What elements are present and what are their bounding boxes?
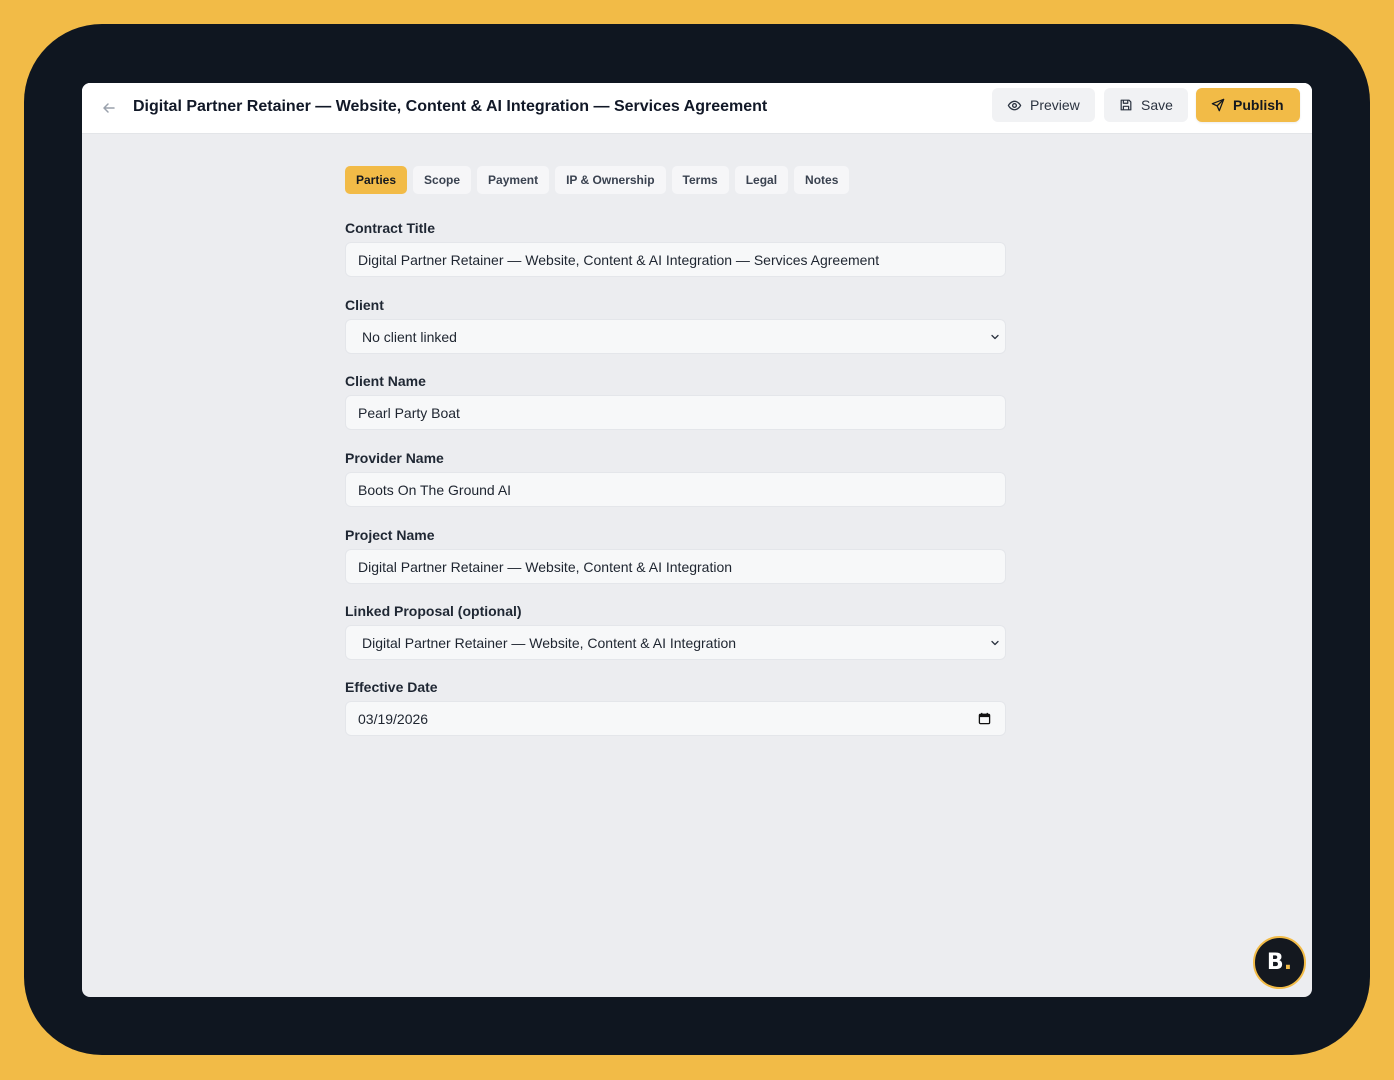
tab-scope[interactable]: Scope: [413, 166, 472, 194]
tab-parties[interactable]: Parties: [345, 166, 408, 194]
brand-avatar-button[interactable]: B.: [1253, 936, 1306, 989]
contract-title-input[interactable]: Digital Partner Retainer — Website, Cont…: [345, 242, 1006, 277]
client-value: No client linked: [362, 328, 457, 345]
eye-icon: [1007, 100, 1022, 110]
project-name-label: Project Name: [345, 527, 435, 543]
arrow-left-icon: [103, 103, 115, 113]
preview-label: Preview: [1030, 97, 1080, 113]
client-select[interactable]: No client linked: [345, 319, 1006, 354]
back-button[interactable]: [96, 95, 122, 121]
section-tabs: Parties Scope Payment IP & Ownership Ter…: [345, 166, 850, 194]
provider-name-value: Boots On The Ground AI: [358, 481, 512, 498]
effective-date-value: 03/19/2026: [358, 710, 429, 727]
project-name-input[interactable]: Digital Partner Retainer — Website, Cont…: [345, 549, 1006, 584]
send-icon: [1211, 98, 1225, 112]
floppy-disk-icon: [1120, 99, 1132, 111]
avatar-dot: .: [1283, 950, 1293, 975]
client-name-value: Pearl Party Boat: [358, 404, 460, 421]
contract-title-value: Digital Partner Retainer — Website, Cont…: [358, 251, 880, 268]
save-label: Save: [1141, 97, 1173, 113]
tab-notes[interactable]: Notes: [794, 166, 850, 194]
tab-payment[interactable]: Payment: [477, 166, 550, 194]
preview-button[interactable]: Preview: [992, 88, 1095, 122]
chevron-down-icon: [991, 334, 999, 340]
top-bar: Digital Partner Retainer — Website, Cont…: [82, 83, 1312, 134]
client-label: Client: [345, 297, 384, 313]
project-name-value: Digital Partner Retainer — Website, Cont…: [358, 558, 733, 575]
linked-proposal-select[interactable]: Digital Partner Retainer — Website, Cont…: [345, 625, 1006, 660]
effective-date-input[interactable]: 03/19/2026: [345, 701, 1006, 736]
publish-label: Publish: [1233, 97, 1284, 113]
tab-ip-ownership[interactable]: IP & Ownership: [555, 166, 666, 194]
client-name-label: Client Name: [345, 373, 426, 389]
publish-button[interactable]: Publish: [1196, 88, 1300, 122]
linked-proposal-label: Linked Proposal (optional): [345, 603, 522, 619]
tab-terms[interactable]: Terms: [671, 166, 729, 194]
effective-date-label: Effective Date: [345, 679, 438, 695]
calendar-icon[interactable]: [978, 712, 991, 725]
linked-proposal-value: Digital Partner Retainer — Website, Cont…: [362, 634, 737, 651]
app-window: Digital Partner Retainer — Website, Cont…: [82, 83, 1312, 997]
page-title: Digital Partner Retainer — Website, Cont…: [133, 98, 768, 115]
avatar-letter: B: [1266, 950, 1284, 975]
contract-title-label: Contract Title: [345, 220, 435, 236]
client-name-input[interactable]: Pearl Party Boat: [345, 395, 1006, 430]
provider-name-input[interactable]: Boots On The Ground AI: [345, 472, 1006, 507]
chevron-down-icon: [991, 640, 999, 646]
save-button[interactable]: Save: [1104, 88, 1188, 122]
provider-name-label: Provider Name: [345, 450, 444, 466]
tab-legal[interactable]: Legal: [734, 166, 789, 194]
